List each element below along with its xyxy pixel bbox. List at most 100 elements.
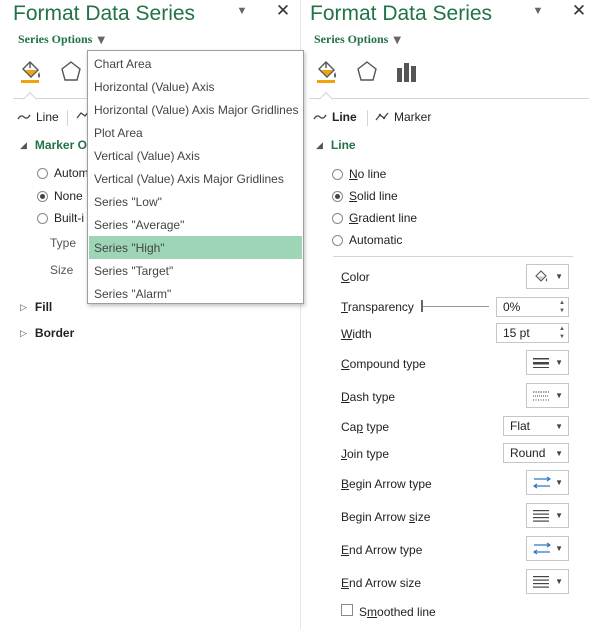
series-options-label: Series Options xyxy=(18,32,93,46)
line-subtab-label: Line xyxy=(36,110,59,124)
transparency-label: Transparency xyxy=(341,300,414,314)
size-label: Size xyxy=(50,263,74,277)
chevron-down-icon: ▼ xyxy=(97,35,106,46)
radio-automatic-label: Autom xyxy=(54,166,89,180)
marker-subtab[interactable]: Marker xyxy=(375,110,431,124)
dropdown-item-series-high[interactable]: Series "High" xyxy=(89,236,302,259)
join-type-label: Join type xyxy=(341,447,390,461)
begin-arrow-type-label: Begin Arrow type xyxy=(341,477,432,491)
line-section-label: Line xyxy=(330,138,356,152)
collapsed-triangle-icon: ▷ xyxy=(20,301,27,312)
transparency-slider-track[interactable] xyxy=(421,306,489,307)
compound-lines-icon xyxy=(533,357,549,368)
line-subtab-label: Line xyxy=(332,110,357,124)
spin-arrows-icon[interactable]: ▲ ▼ xyxy=(559,299,565,315)
dropdown-item-plot-area[interactable]: Plot Area xyxy=(89,121,302,144)
cap-type-label: Cap type xyxy=(341,420,390,434)
fill-line-tab-icon[interactable] xyxy=(313,58,339,84)
width-label: Width xyxy=(341,327,372,341)
radio-circle xyxy=(332,212,343,224)
radio-circle xyxy=(332,168,343,180)
chevron-down-icon: ▼ xyxy=(555,358,563,367)
cap-type-select[interactable]: Flat ▼ xyxy=(503,416,569,436)
dropdown-item-series-target[interactable]: Series "Target" xyxy=(89,259,302,282)
radio-circle-selected xyxy=(332,190,343,202)
fill-section[interactable]: ▷ Fill xyxy=(20,300,52,314)
pane-options-chevron-icon[interactable]: ▼ xyxy=(530,3,546,19)
begin-arrow-type-button[interactable]: ▼ xyxy=(526,470,569,495)
spin-arrows-icon[interactable]: ▲ ▼ xyxy=(559,325,565,341)
dash-type-button[interactable]: ▼ xyxy=(526,383,569,408)
dropdown-item-horizontal-gridlines[interactable]: Horizontal (Value) Axis Major Gridlines xyxy=(89,98,302,121)
color-label: Color xyxy=(341,270,370,284)
effects-tab-pentagon-icon[interactable] xyxy=(354,58,380,84)
series-options-dropdown[interactable]: Series Options ▼ xyxy=(314,32,401,47)
radio-gradient-line[interactable]: Gradient line xyxy=(332,211,417,225)
width-value: 15 pt xyxy=(503,326,530,340)
color-picker-button[interactable]: ▼ xyxy=(526,264,569,289)
subtab-divider xyxy=(67,110,68,126)
fill-line-tab-icon[interactable] xyxy=(17,58,43,84)
chevron-down-icon: ▼ xyxy=(555,478,563,487)
dropdown-item-series-alarm[interactable]: Series "Alarm" xyxy=(89,282,302,305)
chevron-down-icon: ▼ xyxy=(555,544,563,553)
transparency-slider-thumb[interactable] xyxy=(421,300,423,312)
arrow-size-lines-icon xyxy=(533,509,549,522)
chevron-down-icon: ▼ xyxy=(555,448,563,458)
radio-solid-line[interactable]: Solid line xyxy=(332,189,398,203)
marker-options-label: Marker O xyxy=(34,138,87,152)
border-label: Border xyxy=(34,326,75,340)
end-arrow-type-button[interactable]: ▼ xyxy=(526,536,569,561)
join-type-select[interactable]: Round ▼ xyxy=(503,443,569,463)
close-icon[interactable]: ✕ xyxy=(571,1,587,20)
line-icon xyxy=(313,114,327,120)
width-input[interactable]: 15 pt ▲ ▼ xyxy=(496,323,569,343)
dropdown-item-vertical-gridlines[interactable]: Vertical (Value) Axis Major Gridlines xyxy=(89,167,302,190)
compound-type-button[interactable]: ▼ xyxy=(526,350,569,375)
radio-gradient-line-label: Gradient line xyxy=(349,211,418,225)
line-section[interactable]: ◢ Line xyxy=(316,138,356,152)
tab-separator xyxy=(309,98,589,99)
radio-circle xyxy=(332,234,343,246)
dropdown-item-chart-area[interactable]: Chart Area xyxy=(89,52,302,75)
radio-builtin[interactable]: Built-i xyxy=(37,211,84,225)
radio-circle-selected xyxy=(37,190,48,202)
series-options-bar-chart-icon[interactable] xyxy=(394,58,420,84)
dropdown-item-series-average[interactable]: Series "Average" xyxy=(89,213,302,236)
radio-solid-line-label: Solid line xyxy=(349,189,398,203)
arrow-size-lines-icon xyxy=(533,575,549,588)
chevron-down-icon: ▼ xyxy=(555,511,563,520)
radio-automatic[interactable]: Automatic xyxy=(332,233,402,247)
radio-none[interactable]: None xyxy=(37,189,83,203)
smoothed-line-checkbox[interactable] xyxy=(341,604,353,616)
dropdown-item-vertical-axis[interactable]: Vertical (Value) Axis xyxy=(89,144,302,167)
line-icon xyxy=(17,114,31,120)
series-options-dropdown-list: Chart Area Horizontal (Value) Axis Horiz… xyxy=(87,50,304,304)
dropdown-item-horizontal-axis[interactable]: Horizontal (Value) Axis xyxy=(89,75,302,98)
transparency-input[interactable]: 0% ▲ ▼ xyxy=(496,297,569,317)
radio-circle xyxy=(37,212,48,224)
expanded-triangle-icon: ◢ xyxy=(316,139,323,150)
end-arrow-size-button[interactable]: ▼ xyxy=(526,569,569,594)
border-section[interactable]: ▷ Border xyxy=(20,326,74,340)
line-subtab[interactable]: Line xyxy=(17,110,59,124)
series-options-dropdown[interactable]: Series Options ▼ xyxy=(18,32,105,47)
pane-title: Format Data Series xyxy=(310,2,493,25)
chevron-down-icon: ▼ xyxy=(555,391,563,400)
pane-options-chevron-icon[interactable]: ▼ xyxy=(234,3,250,19)
join-type-value: Round xyxy=(510,446,546,460)
radio-automatic-label: Automatic xyxy=(349,233,403,247)
series-options-label: Series Options xyxy=(314,32,389,46)
line-subtab[interactable]: Line xyxy=(313,110,357,124)
radio-builtin-label: Built-i xyxy=(54,211,85,225)
begin-arrow-size-button[interactable]: ▼ xyxy=(526,503,569,528)
dropdown-item-series-low[interactable]: Series "Low" xyxy=(89,190,302,213)
radio-automatic[interactable]: Autom xyxy=(37,166,89,180)
fill-label: Fill xyxy=(34,300,53,314)
radio-no-line[interactable]: No line xyxy=(332,167,386,181)
marker-options-section[interactable]: ◢ Marker O xyxy=(20,138,87,152)
effects-tab-pentagon-icon[interactable] xyxy=(58,58,84,84)
paint-bucket-icon xyxy=(535,269,548,282)
close-icon[interactable]: ✕ xyxy=(275,1,291,20)
end-arrow-type-label: End Arrow type xyxy=(341,543,423,557)
